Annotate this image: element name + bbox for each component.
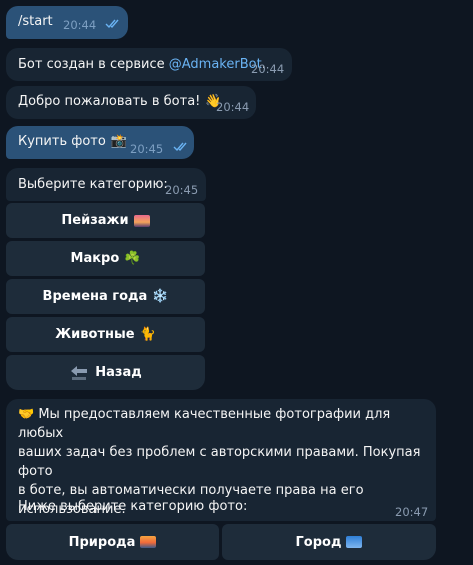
welcome-text: Добро пожаловать в бота!	[18, 94, 201, 109]
message-text-prefix: Бот создан в сервисе	[18, 57, 169, 72]
message-bot-created[interactable]: Бот создан в сервисе @AdmakerBot. 20:44	[6, 48, 292, 81]
button-label: Времена года	[42, 289, 148, 304]
message-time: 20:45	[130, 142, 164, 156]
message-text: Бот создан в сервисе @AdmakerBot.	[18, 56, 266, 74]
cityscape-icon	[346, 536, 363, 548]
button-label: Назад	[95, 365, 142, 380]
message-time: 20:45	[165, 183, 199, 197]
keyboard-button-back[interactable]: Назад	[6, 355, 205, 390]
read-checkmarks-icon	[105, 19, 119, 29]
snowflake-icon: ❄️	[152, 289, 169, 304]
button-label: Животные	[55, 327, 135, 342]
message-line: 🤝 Мы предоставляем качественные фотограф…	[18, 407, 391, 441]
camera-flash-icon: 📸	[110, 134, 128, 149]
sunrise-mountains-icon	[133, 214, 150, 227]
button-label: Пейзажи	[61, 213, 129, 228]
message-info[interactable]: 🤝 Мы предоставляем качественные фотограф…	[6, 399, 436, 521]
message-choose-category[interactable]: Выберите категорию: 20:45	[6, 168, 206, 201]
message-time: 20:47	[395, 505, 429, 519]
message-footer: Ниже выберите категорию фото:	[18, 499, 248, 514]
message-text: Выберите категорию:	[18, 177, 168, 192]
button-label: Природа	[68, 534, 136, 550]
keyboard-button-nature[interactable]: Природа	[6, 524, 219, 560]
keyboard-button-city[interactable]: Город	[222, 524, 436, 560]
message-welcome[interactable]: Добро пожаловать в бота! 👋 20:44	[6, 86, 256, 119]
message-time: 20:44	[63, 18, 97, 32]
keyboard-button-animals[interactable]: Животные 🐈	[6, 317, 205, 352]
message-text: Купить фото 📸	[18, 133, 127, 151]
message-text: /start	[18, 14, 53, 29]
message-start[interactable]: /start 20:44	[6, 6, 128, 39]
keyboard-button-macro[interactable]: Макро ☘️	[6, 241, 205, 276]
keyboard-button-seasons[interactable]: Времена года ❄️	[6, 279, 205, 314]
message-line: ваших задач без проблем с авторскими пра…	[18, 445, 421, 479]
read-checkmarks-icon	[173, 142, 187, 152]
shamrock-icon: ☘️	[124, 251, 141, 266]
message-time: 20:44	[251, 62, 285, 76]
message-time: 20:44	[216, 100, 250, 114]
buy-photo-text: Купить фото	[18, 134, 106, 149]
message-buy-photo[interactable]: Купить фото 📸 20:45	[6, 126, 194, 159]
admaker-bot-link[interactable]: @AdmakerBot	[169, 57, 262, 72]
button-label: Город	[295, 534, 342, 550]
back-arrow-icon	[71, 365, 88, 380]
keyboard-button-landscapes[interactable]: Пейзажи	[6, 203, 205, 238]
sunset-icon	[140, 536, 157, 548]
button-label: Макро	[70, 251, 120, 266]
cat-icon: 🐈	[139, 327, 156, 342]
message-text: Добро пожаловать в бота! 👋	[18, 93, 222, 111]
